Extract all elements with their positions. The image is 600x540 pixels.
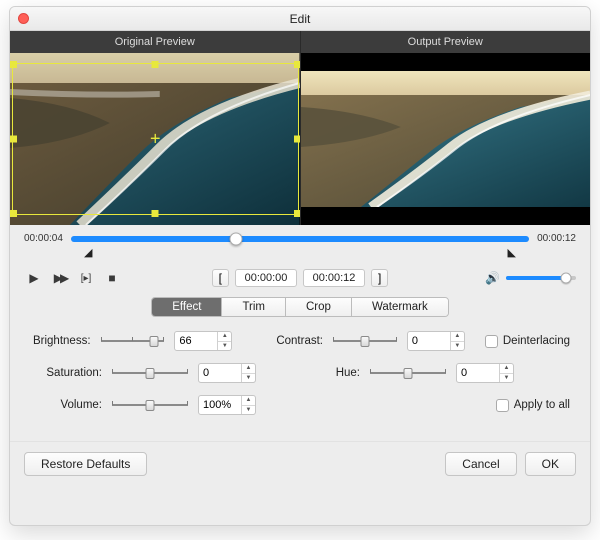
- volume-control: 🔊: [485, 271, 576, 285]
- cancel-button[interactable]: Cancel: [445, 452, 516, 476]
- brightness-input[interactable]: [175, 332, 217, 350]
- preview-header: Original Preview Output Preview: [10, 31, 590, 53]
- deinterlacing-checkbox[interactable]: Deinterlacing: [485, 335, 570, 348]
- effect-volume-slider[interactable]: [112, 397, 188, 413]
- brightness-label: Brightness:: [30, 335, 91, 347]
- original-preview-label: Original Preview: [10, 31, 301, 53]
- down-arrow-icon[interactable]: ▼: [242, 374, 255, 383]
- preview-area: +: [10, 53, 590, 225]
- tab-effect[interactable]: Effect: [152, 298, 222, 316]
- saturation-stepper[interactable]: ▲▼: [198, 363, 256, 383]
- contrast-slider[interactable]: [333, 333, 397, 349]
- tab-watermark[interactable]: Watermark: [352, 298, 448, 316]
- output-preview: [300, 53, 591, 225]
- titlebar: Edit: [10, 7, 590, 31]
- contrast-stepper[interactable]: ▲▼: [407, 331, 465, 351]
- up-arrow-icon[interactable]: ▲: [218, 332, 231, 342]
- effect-volume-stepper[interactable]: ▲▼: [198, 395, 256, 415]
- window-title: Edit: [290, 12, 311, 26]
- timeline: 00:00:04 00:00:12 ◢ ◣: [10, 225, 590, 259]
- range-end-field[interactable]: 00:00:12: [303, 269, 365, 287]
- stop-icon[interactable]: ■: [102, 269, 122, 287]
- hue-input[interactable]: [457, 364, 499, 382]
- fast-forward-icon[interactable]: ▶▶: [50, 269, 70, 287]
- timeline-start-label: 00:00:04: [24, 233, 63, 244]
- tab-crop[interactable]: Crop: [286, 298, 352, 316]
- crop-handle-sw[interactable]: [10, 210, 17, 217]
- volume-slider[interactable]: [506, 276, 576, 280]
- contrast-input[interactable]: [408, 332, 450, 350]
- timeline-end-label: 00:00:12: [537, 233, 576, 244]
- crop-handle-s[interactable]: [152, 210, 159, 217]
- timeline-thumb[interactable]: [229, 232, 242, 245]
- range-start-field[interactable]: 00:00:00: [235, 269, 297, 287]
- volume-thumb[interactable]: [560, 273, 571, 284]
- tabs: Effect Trim Crop Watermark: [24, 297, 576, 317]
- volume-label: Volume:: [30, 399, 102, 411]
- crop-handle-nw[interactable]: [10, 61, 17, 68]
- effect-params: Brightness: ▲▼ Contrast: ▲▼ Deinterlacin…: [24, 331, 576, 415]
- step-icon[interactable]: [▸]: [76, 269, 96, 287]
- up-arrow-icon[interactable]: ▲: [451, 332, 464, 342]
- saturation-input[interactable]: [199, 364, 241, 382]
- transport-bar: ▶ ▶▶ [▸] ■ [ 00:00:00 00:00:12 ] 🔊: [24, 269, 576, 287]
- down-arrow-icon[interactable]: ▼: [451, 342, 464, 351]
- brightness-stepper[interactable]: ▲▼: [174, 331, 232, 351]
- hue-slider[interactable]: [370, 365, 446, 381]
- apply-to-all-checkbox[interactable]: Apply to all: [496, 399, 570, 412]
- tab-trim[interactable]: Trim: [222, 298, 286, 316]
- saturation-label: Saturation:: [30, 367, 102, 379]
- footer: Restore Defaults Cancel OK: [10, 441, 590, 490]
- output-preview-label: Output Preview: [301, 31, 591, 53]
- range-end-marker-icon[interactable]: ◣: [508, 246, 516, 259]
- crop-handle-n[interactable]: [152, 61, 159, 68]
- speaker-icon[interactable]: 🔊: [485, 271, 500, 285]
- up-arrow-icon[interactable]: ▲: [242, 396, 255, 406]
- effect-volume-input[interactable]: [199, 396, 241, 414]
- crop-handle-w[interactable]: [10, 136, 17, 143]
- down-arrow-icon[interactable]: ▼: [242, 406, 255, 415]
- contrast-label: Contrast:: [273, 335, 323, 347]
- hue-stepper[interactable]: ▲▼: [456, 363, 514, 383]
- coastline-image-output: [301, 71, 591, 207]
- hue-label: Hue:: [300, 367, 360, 379]
- range-start-marker-icon[interactable]: ◢: [84, 246, 92, 259]
- down-arrow-icon[interactable]: ▼: [218, 342, 231, 351]
- play-icon[interactable]: ▶: [24, 269, 44, 287]
- original-preview[interactable]: +: [10, 53, 300, 225]
- brightness-slider[interactable]: [101, 333, 165, 349]
- saturation-slider[interactable]: [112, 365, 188, 381]
- restore-defaults-button[interactable]: Restore Defaults: [24, 452, 147, 476]
- up-arrow-icon[interactable]: ▲: [500, 364, 513, 374]
- coastline-image: [10, 53, 300, 225]
- up-arrow-icon[interactable]: ▲: [242, 364, 255, 374]
- close-icon[interactable]: [18, 13, 29, 24]
- timeline-track[interactable]: [71, 236, 529, 242]
- edit-window: Edit Original Preview Output Preview: [9, 6, 591, 526]
- ok-button[interactable]: OK: [525, 452, 576, 476]
- controls-panel: ▶ ▶▶ [▸] ■ [ 00:00:00 00:00:12 ] 🔊 Effec…: [10, 259, 590, 441]
- set-start-button[interactable]: [: [212, 269, 229, 287]
- set-end-button[interactable]: ]: [371, 269, 388, 287]
- down-arrow-icon[interactable]: ▼: [500, 374, 513, 383]
